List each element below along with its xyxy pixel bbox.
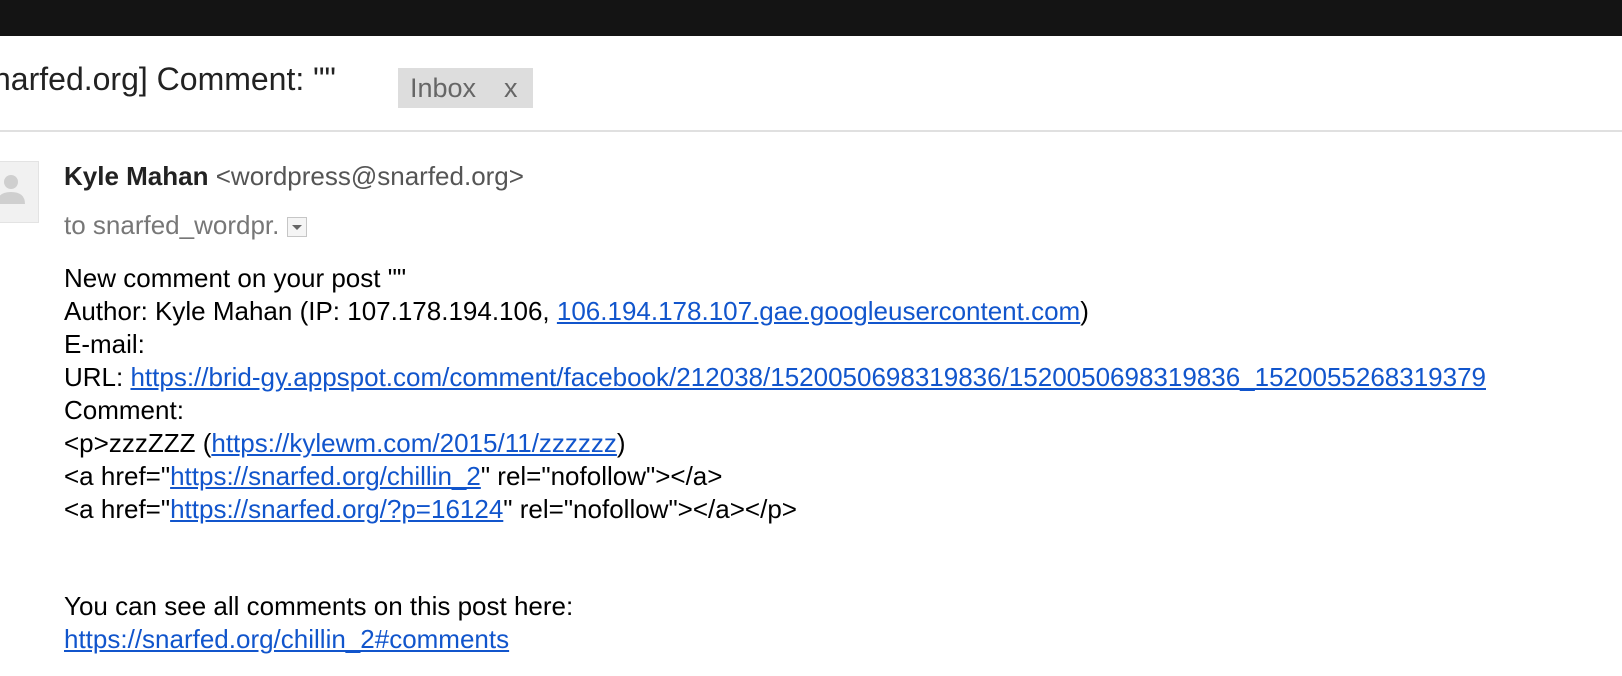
author-host-link[interactable]: 106.194.178.107.gae.googleusercontent.co…: [557, 296, 1080, 326]
author-suffix: ): [1080, 296, 1089, 326]
sender-email: <wordpress@snarfed.org>: [215, 161, 524, 191]
body-line-email: E-mail:: [64, 329, 145, 359]
top-bar: [0, 0, 1622, 36]
remove-label-button[interactable]: x: [504, 73, 518, 104]
all-comments-link[interactable]: https://snarfed.org/chillin_2#comments: [64, 624, 509, 654]
sender-name[interactable]: Kyle Mahan: [64, 161, 209, 191]
paragraph-prefix: <p>zzzZZZ (: [64, 428, 212, 458]
body-line-author: Author: Kyle Mahan (IP: 107.178.194.106,…: [64, 295, 1614, 328]
show-details-button[interactable]: [287, 217, 308, 237]
body-line-anchor-1: <a href="https://snarfed.org/chillin_2" …: [64, 460, 1614, 493]
subject-header: narfed.org] Comment: "" Inbox x: [0, 36, 1622, 132]
body-line-anchor-2: <a href="https://snarfed.org/?p=16124" r…: [64, 493, 1614, 526]
anchor1-suffix: " rel="nofollow"></a>: [480, 461, 723, 491]
sender-line: Kyle Mahan <wordpress@snarfed.org>: [64, 161, 524, 192]
chillin-link[interactable]: https://snarfed.org/chillin_2: [170, 461, 481, 491]
person-icon: [0, 175, 25, 204]
email-subject: narfed.org] Comment: "": [0, 61, 336, 97]
avatar: [0, 161, 39, 223]
inbox-label-text[interactable]: Inbox: [410, 73, 476, 104]
body-line-paragraph: <p>zzzZZZ (https://kylewm.com/2015/11/zz…: [64, 427, 1614, 460]
recipient-text: to snarfed_wordpr.: [64, 210, 280, 240]
post-id-link[interactable]: https://snarfed.org/?p=16124: [170, 494, 503, 524]
recipient-line: to snarfed_wordpr.: [64, 210, 308, 241]
comment-url-link[interactable]: https://brid-gy.appspot.com/comment/face…: [130, 362, 1486, 392]
inbox-label-chip[interactable]: Inbox x: [398, 68, 533, 108]
anchor2-suffix: " rel="nofollow"></a></p>: [503, 494, 797, 524]
body-line-url: URL: https://brid-gy.appspot.com/comment…: [64, 361, 1614, 394]
body-spacer: [64, 526, 1614, 590]
body-line-post: New comment on your post "": [64, 263, 407, 293]
url-prefix: URL:: [64, 362, 131, 392]
body-line-see-all-link: https://snarfed.org/chillin_2#comments: [64, 623, 1614, 656]
kylewm-link[interactable]: https://kylewm.com/2015/11/zzzzzz: [211, 428, 617, 458]
chevron-down-icon: [292, 225, 303, 230]
anchor2-prefix: <a href=": [64, 494, 171, 524]
author-prefix: Author: Kyle Mahan (IP: 107.178.194.106,: [64, 296, 557, 326]
anchor1-prefix: <a href=": [64, 461, 171, 491]
paragraph-suffix: ): [616, 428, 626, 458]
body-line-see-all: You can see all comments on this post he…: [64, 591, 574, 621]
message-body: New comment on your post "" Author: Kyle…: [64, 262, 1614, 656]
body-line-comment-label: Comment:: [64, 395, 184, 425]
